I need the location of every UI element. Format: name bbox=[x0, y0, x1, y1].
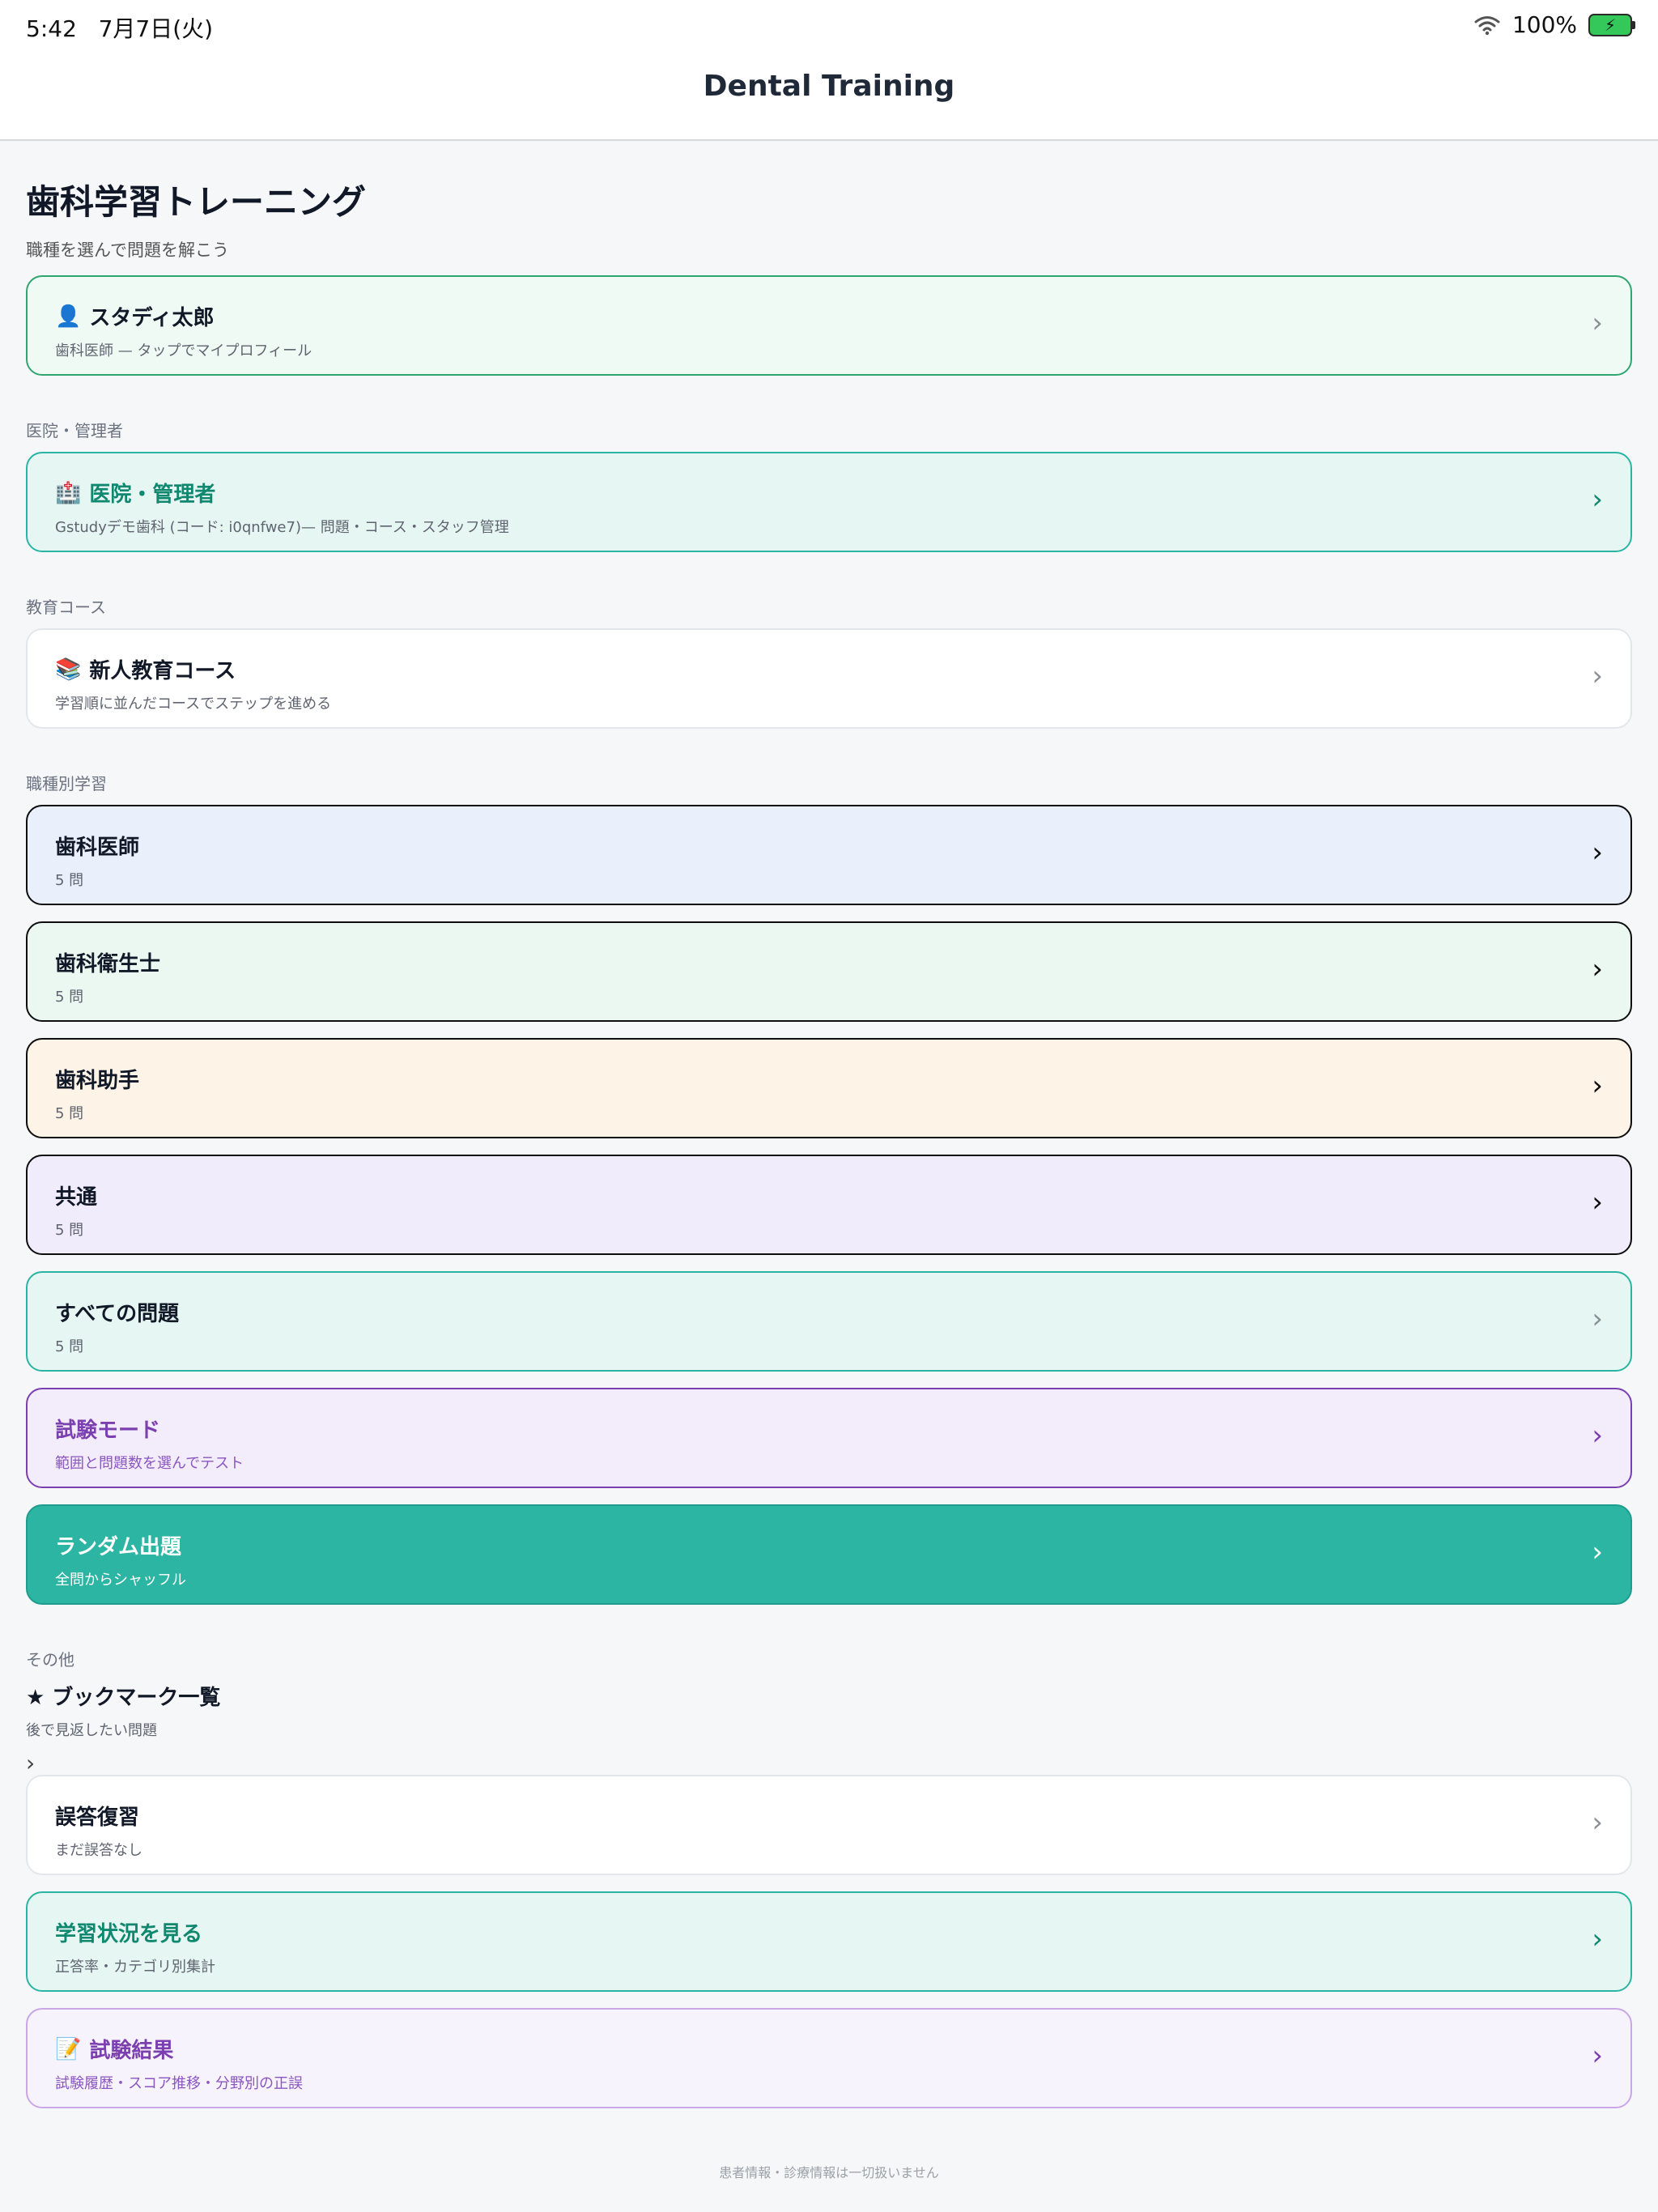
role-count: 5 問 bbox=[55, 989, 84, 1006]
page-subtitle: 職種を選んで問題を解こう bbox=[26, 240, 229, 260]
wrong-review-title: 誤答復習 bbox=[55, 1806, 140, 1830]
bookmark-detail: 後で見返したい問題 bbox=[26, 1722, 157, 1739]
status-indicators: 100% ⚡ bbox=[1473, 11, 1635, 38]
random-question-card[interactable]: ランダム出題 全問からシャッフル › bbox=[26, 1504, 1632, 1605]
new-staff-course-card[interactable]: 📚 新人教育コース 学習順に並んだコースでステップを進める › bbox=[26, 628, 1632, 729]
chevron-right-icon: › bbox=[1592, 836, 1603, 869]
role-card-dentist[interactable]: 歯科医師 5 問 › bbox=[26, 805, 1632, 905]
status-date: 7月7日(火) bbox=[98, 15, 214, 42]
footer-disclaimer: 患者情報・診療情報は一切扱いません bbox=[719, 2165, 939, 2180]
progress-title: 学習状況を見る bbox=[55, 1922, 203, 1946]
section-label-clinic: 医院・管理者 bbox=[26, 421, 123, 440]
role-title: 歯科衛生士 bbox=[55, 952, 161, 976]
battery-percentage: 100% bbox=[1511, 11, 1577, 38]
profile-card[interactable]: 👤 スタディ太郎 歯科医師 — タップでマイプロフィール › bbox=[26, 275, 1632, 376]
section-label-course: 教育コース bbox=[26, 598, 106, 617]
progress-detail: 正答率・カテゴリ別集計 bbox=[55, 1959, 215, 1976]
nav-title: Dental Training bbox=[703, 70, 955, 103]
role-title: 歯科助手 bbox=[55, 1069, 140, 1093]
role-count: 5 問 bbox=[55, 1222, 84, 1239]
clinic-title: 医院・管理者 bbox=[89, 483, 216, 507]
section-label-other: その他 bbox=[26, 1650, 74, 1670]
role-card-hygienist[interactable]: 歯科衛生士 5 問 › bbox=[26, 921, 1632, 1022]
section-label-role: 職種別学習 bbox=[26, 774, 107, 793]
course-detail: 学習順に並んだコースでステップを進める bbox=[55, 696, 332, 713]
course-title: 新人教育コース bbox=[89, 659, 236, 683]
exam-results-card[interactable]: 📝 試験結果 試験履歴・スコア推移・分野別の正誤 › bbox=[26, 2008, 1632, 2108]
navigation-bar: 5:42 7月7日(火) 100% ⚡ Dental Training bbox=[0, 0, 1658, 141]
exam-mode-title: 試験モード bbox=[55, 1419, 161, 1443]
role-card-assistant[interactable]: 歯科助手 5 問 › bbox=[26, 1038, 1632, 1138]
chevron-right-icon: › bbox=[1592, 483, 1603, 516]
profile-detail: 歯科医師 — タップでマイプロフィール bbox=[55, 342, 312, 359]
learning-progress-card[interactable]: 学習状況を見る 正答率・カテゴリ別集計 › bbox=[26, 1891, 1632, 1992]
chevron-right-icon: › bbox=[1592, 660, 1603, 692]
status-time: 5:42 7月7日(火) bbox=[26, 11, 213, 44]
hospital-icon: 🏥 bbox=[55, 480, 82, 505]
chevron-right-icon: › bbox=[1592, 1419, 1603, 1452]
star-icon: ★ bbox=[26, 1686, 45, 1710]
exam-mode-card[interactable]: 試験モード 範囲と問題数を選んでテスト › bbox=[26, 1388, 1632, 1488]
bookmark-title: ブックマーク一覧 bbox=[52, 1686, 221, 1710]
chevron-right-icon: › bbox=[1592, 1070, 1603, 1102]
chevron-right-icon: › bbox=[1592, 1536, 1603, 1568]
chevron-right-icon: › bbox=[1592, 1186, 1603, 1219]
exam-results-title: 試験結果 bbox=[89, 2039, 174, 2063]
user-icon: 👤 bbox=[55, 304, 82, 329]
chevron-right-icon: › bbox=[1592, 1806, 1603, 1839]
memo-icon: 📝 bbox=[55, 2036, 82, 2061]
role-title: 共通 bbox=[55, 1185, 98, 1210]
role-title: 歯科医師 bbox=[55, 836, 140, 860]
random-detail: 全問からシャッフル bbox=[55, 1572, 186, 1589]
clinic-detail: Gstudyデモ歯科 (コード: i0qnfwe7)— 問題・コース・スタッフ管… bbox=[55, 519, 509, 536]
chevron-right-icon: › bbox=[26, 1750, 36, 1776]
wifi-icon bbox=[1474, 15, 1500, 35]
role-count: 5 問 bbox=[55, 1105, 84, 1122]
random-title: ランダム出題 bbox=[55, 1535, 182, 1559]
wrong-review-detail: まだ誤答なし bbox=[55, 1842, 142, 1859]
bookmark-list-link[interactable]: ★ ブックマーク一覧 後で見返したい問題 › bbox=[26, 1681, 220, 1776]
wrong-answer-review-card[interactable]: 誤答復習 まだ誤答なし › bbox=[26, 1775, 1632, 1875]
chevron-right-icon: › bbox=[1592, 953, 1603, 985]
battery-icon: ⚡ bbox=[1588, 13, 1635, 36]
exam-mode-detail: 範囲と問題数を選んでテスト bbox=[55, 1455, 244, 1472]
chevron-right-icon: › bbox=[1592, 1923, 1603, 1955]
role-card-all-questions[interactable]: すべての問題 5 問 › bbox=[26, 1271, 1632, 1372]
chevron-right-icon: › bbox=[1592, 307, 1603, 339]
profile-name: スタディ太郎 bbox=[89, 306, 215, 330]
role-card-common[interactable]: 共通 5 問 › bbox=[26, 1155, 1632, 1255]
role-count: 5 問 bbox=[55, 872, 84, 889]
status-clock: 5:42 bbox=[26, 15, 77, 42]
exam-results-detail: 試験履歴・スコア推移・分野別の正誤 bbox=[55, 2075, 303, 2092]
chevron-right-icon: › bbox=[1592, 2040, 1603, 2072]
role-count: 5 問 bbox=[55, 1338, 84, 1355]
chevron-right-icon: › bbox=[1592, 1303, 1603, 1335]
role-title: すべての問題 bbox=[55, 1302, 180, 1326]
page-title: 歯科学習トレーニング bbox=[26, 182, 367, 222]
clinic-admin-card[interactable]: 🏥 医院・管理者 Gstudyデモ歯科 (コード: i0qnfwe7)— 問題・コ… bbox=[26, 452, 1632, 552]
books-icon: 📚 bbox=[55, 657, 82, 682]
main-content: 歯科学習トレーニング 職種を選んで問題を解こう 👤 スタディ太郎 歯科医師 — タ… bbox=[26, 175, 1632, 2108]
